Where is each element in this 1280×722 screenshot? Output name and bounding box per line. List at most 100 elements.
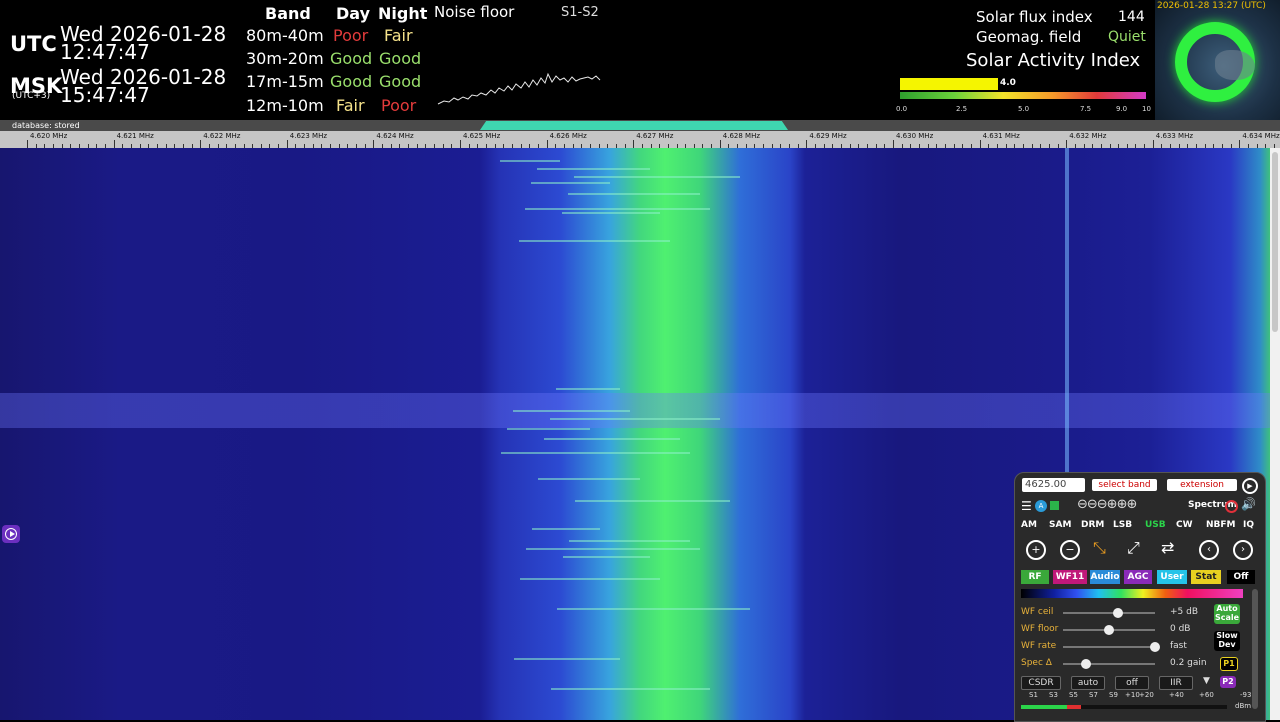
- frequency-tick-label: 4.629 MHz: [809, 132, 847, 140]
- msk-offset: (UTC+3): [12, 91, 51, 101]
- mode-sam-button[interactable]: SAM: [1049, 520, 1071, 530]
- colormap-bar[interactable]: [1021, 589, 1243, 598]
- frequency-tick-label: 4.633 MHz: [1155, 132, 1194, 140]
- zoom-band-icon[interactable]: ⤡: [1093, 538, 1106, 558]
- mode-usb-button[interactable]: USB: [1145, 520, 1166, 530]
- slider-value: 0 dB: [1170, 624, 1191, 634]
- band-row-1-band: 80m-40m: [246, 26, 324, 45]
- frequency-scale[interactable]: database: stored 4.620 MHz 4.621 MHz 4.622…: [0, 120, 1280, 148]
- aurora-timestamp: 2026-01-28 13:27 (UTC): [1157, 1, 1266, 11]
- filter-select[interactable]: IIR: [1159, 676, 1193, 690]
- mode-am-button[interactable]: AM: [1021, 520, 1037, 530]
- slider-knob[interactable]: [1104, 625, 1114, 635]
- p2-button[interactable]: P2: [1220, 676, 1236, 688]
- band-row-4-day: Fair: [336, 96, 365, 115]
- tab-off[interactable]: Off: [1227, 570, 1255, 584]
- mode-drm-button[interactable]: DRM: [1081, 520, 1104, 530]
- tab-rf[interactable]: RF: [1021, 570, 1049, 584]
- extension-select[interactable]: extension: [1167, 479, 1237, 491]
- mode-iq-button[interactable]: IQ: [1243, 520, 1254, 530]
- noise-floor-range: S1-S2: [561, 5, 599, 20]
- mode-lsb-button[interactable]: LSB: [1113, 520, 1132, 530]
- signal-streak: [556, 388, 620, 390]
- smeter-label: S5: [1069, 691, 1078, 699]
- solar-flux-label: Solar flux index: [976, 8, 1093, 26]
- msk-time: 15:47:47: [60, 83, 150, 107]
- slider-value: fast: [1170, 641, 1187, 651]
- passband-marker[interactable]: [480, 121, 788, 130]
- next-page-icon[interactable]: ›: [1233, 540, 1253, 560]
- slider-knob[interactable]: [1113, 608, 1124, 618]
- solar-activity-scale: [900, 92, 1146, 99]
- colormap-select[interactable]: CSDR: [1021, 676, 1061, 690]
- frequency-tick-label: 4.624 MHz: [376, 132, 414, 140]
- signal-streak: [575, 500, 730, 502]
- mode-cw-button[interactable]: CW: [1176, 520, 1193, 530]
- prev-page-icon[interactable]: ‹: [1199, 540, 1219, 560]
- zoom-out-icon[interactable]: −: [1060, 540, 1080, 560]
- slider-value: 0.2 gain: [1170, 658, 1207, 668]
- scale-ticks: 4.620 MHz 4.621 MHz 4.622 MHz 4.623 MHz 4.62…: [0, 131, 1280, 148]
- frequency-tick: [27, 140, 28, 148]
- play-icon: [10, 531, 15, 537]
- noise-floor-title: Noise floor: [434, 3, 515, 21]
- signal-streak: [568, 193, 700, 195]
- zoom-in-icon[interactable]: +: [1026, 540, 1046, 560]
- off-select[interactable]: off: [1115, 676, 1149, 690]
- auto-scale-button[interactable]: Auto Scale: [1214, 604, 1240, 624]
- panel-scrollbar[interactable]: [1252, 589, 1258, 709]
- smeter-bar: [1021, 705, 1227, 709]
- slider-label: WF rate: [1021, 641, 1057, 651]
- tab-wf[interactable]: WF11: [1053, 570, 1087, 584]
- signal-streak: [501, 452, 690, 454]
- auto-select[interactable]: auto: [1071, 676, 1105, 690]
- solar-tick: 7.5: [1080, 105, 1092, 113]
- slider-track[interactable]: [1063, 612, 1155, 614]
- solar-tick: 9.0: [1116, 105, 1128, 113]
- tab-stat[interactable]: Stat: [1191, 570, 1221, 584]
- slider-knob[interactable]: [1081, 659, 1091, 669]
- solar-activity-value: 4.0: [1000, 78, 1016, 88]
- slider-label: Spec Δ: [1021, 658, 1052, 668]
- band-select[interactable]: select band: [1092, 479, 1157, 491]
- signal-streak: [562, 212, 660, 214]
- slow-dev-button[interactable]: Slow Dev: [1214, 631, 1240, 651]
- frequency-tick: [1066, 140, 1068, 148]
- solar-flux-value: 144: [1118, 9, 1145, 25]
- band-row-3-band: 17m-15m: [246, 72, 324, 91]
- frequency-tick: [200, 140, 202, 148]
- frequency-tick-label: 4.630 MHz: [896, 132, 934, 140]
- record-icon[interactable]: [1225, 500, 1238, 513]
- signal-streak: [526, 548, 700, 550]
- signal-streak: [513, 410, 630, 412]
- slider-knob[interactable]: [1150, 642, 1160, 652]
- noise-floor-graph: [437, 72, 601, 105]
- frequency-tick-label: 4.632 MHz: [1069, 132, 1107, 140]
- slider-track[interactable]: [1063, 646, 1155, 648]
- geomag-label: Geomag. field: [976, 28, 1082, 46]
- zoom-max-icon[interactable]: ⤢: [1127, 538, 1140, 558]
- p1-button[interactable]: P1: [1220, 657, 1238, 671]
- band-row-3-night: Good: [379, 72, 422, 91]
- a-icon[interactable]: A: [1035, 500, 1047, 512]
- frequency-input[interactable]: 4625.00: [1022, 478, 1085, 492]
- side-panel-toggle[interactable]: [2, 525, 20, 543]
- tab-audio[interactable]: Audio: [1090, 570, 1120, 584]
- play-icon[interactable]: ▶: [1242, 478, 1258, 494]
- menu-icon[interactable]: ☰: [1021, 499, 1032, 513]
- tab-agc[interactable]: AGC: [1124, 570, 1152, 584]
- band-row-4-band: 12m-10m: [246, 96, 324, 115]
- swap-icon[interactable]: ⇄: [1161, 538, 1174, 557]
- zoom-step-icons[interactable]: ⊖⊖⊖⊕⊕⊕: [1077, 497, 1137, 512]
- slider-track[interactable]: [1063, 663, 1155, 665]
- signal-streak: [532, 528, 600, 530]
- tab-user[interactable]: User: [1157, 570, 1187, 584]
- mode-nbfm-button[interactable]: NBFM: [1206, 520, 1236, 530]
- check-icon[interactable]: [1050, 501, 1059, 510]
- signal-streak: [557, 608, 750, 610]
- solar-tick: 0.0: [896, 105, 908, 113]
- band-row-2-band: 30m-20m: [246, 49, 324, 68]
- dropdown-arrow-icon[interactable]: ▼: [1203, 676, 1210, 686]
- scrollbar-thumb[interactable]: [1272, 152, 1278, 332]
- speaker-icon[interactable]: 🔊: [1241, 497, 1256, 511]
